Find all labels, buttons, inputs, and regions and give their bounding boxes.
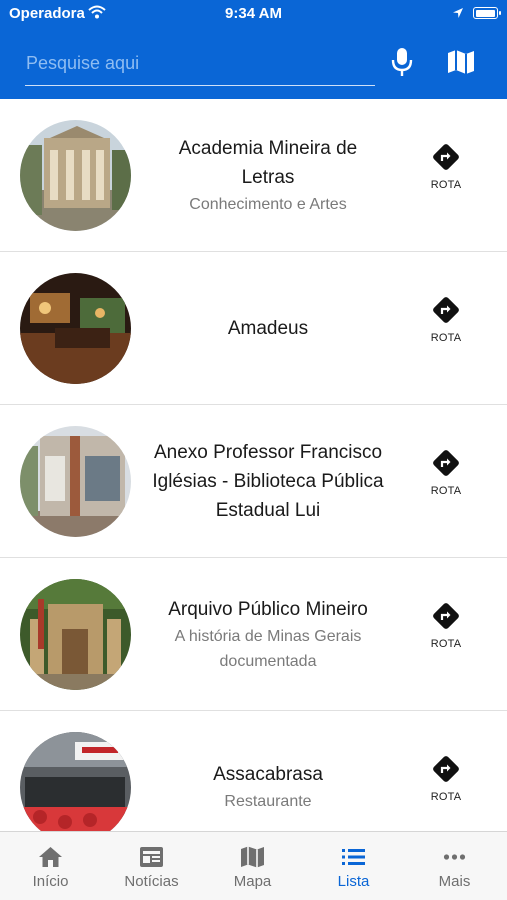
place-info: Anexo Professor Francisco Iglésias - Bib…	[152, 405, 384, 557]
place-title: Arquivo Público Mineiro	[168, 598, 368, 620]
place-title: Anexo Professor Francisco Iglésias - Bib…	[152, 441, 384, 521]
route-label: ROTA	[430, 485, 462, 497]
tab-mais[interactable]: Mais	[404, 832, 505, 900]
route-label: ROTA	[430, 638, 462, 650]
directions-icon	[433, 297, 459, 323]
list-item[interactable]: Arquivo Público Mineiro A história de Mi…	[0, 558, 507, 711]
list-item[interactable]: Assacabrasa Restaurante ROTA	[0, 711, 507, 831]
clock: 9:34 AM	[225, 5, 282, 22]
tab-inicio[interactable]: Início	[0, 832, 101, 900]
status-bar: Operadora 9:34 AM	[0, 0, 507, 26]
place-subtitle: A história de Minas Gerais documentada	[174, 627, 362, 670]
place-title: Amadeus	[227, 317, 309, 339]
battery-icon	[473, 7, 501, 19]
tab-label: Notícias	[124, 873, 179, 890]
map-icon	[241, 846, 264, 868]
directions-icon	[433, 144, 459, 170]
directions-icon	[433, 603, 459, 629]
place-photo	[20, 579, 131, 690]
search-input[interactable]	[25, 48, 375, 86]
place-info: Assacabrasa Restaurante	[152, 711, 384, 831]
tab-mapa[interactable]: Mapa	[202, 832, 303, 900]
more-icon	[443, 854, 466, 860]
place-photo	[20, 120, 131, 231]
place-photo	[20, 273, 131, 384]
place-photo	[20, 732, 131, 831]
map-view-button[interactable]	[446, 48, 476, 76]
place-info: Academia Mineira de Letras Conhecimento …	[152, 99, 384, 251]
directions-icon	[433, 756, 459, 782]
newspaper-icon	[140, 847, 163, 867]
route-button[interactable]: ROTA	[418, 143, 474, 203]
microphone-icon	[391, 48, 413, 76]
place-subtitle: Conhecimento e Artes	[189, 195, 347, 213]
tab-lista[interactable]: Lista	[303, 832, 404, 900]
bottom-tab-bar: Início Notícias Mapa Lista Mais	[0, 831, 507, 900]
route-button[interactable]: ROTA	[418, 449, 474, 509]
home-icon	[39, 847, 62, 867]
place-photo	[20, 426, 131, 537]
places-list: Academia Mineira de Letras Conhecimento …	[0, 99, 507, 831]
route-label: ROTA	[430, 791, 462, 803]
place-info: Arquivo Público Mineiro A história de Mi…	[152, 558, 384, 710]
tab-label: Início	[32, 873, 69, 890]
place-subtitle: Restaurante	[224, 793, 312, 810]
route-label: ROTA	[430, 332, 462, 344]
tab-label: Lista	[337, 873, 370, 890]
location-arrow-icon	[452, 6, 464, 23]
route-button[interactable]: ROTA	[418, 296, 474, 356]
search-header	[0, 26, 507, 99]
route-label: ROTA	[430, 179, 462, 191]
directions-icon	[433, 450, 459, 476]
tab-noticias[interactable]: Notícias	[101, 832, 202, 900]
place-info: Amadeus	[152, 252, 384, 404]
list-item[interactable]: Academia Mineira de Letras Conhecimento …	[0, 99, 507, 252]
tab-label: Mais	[438, 873, 471, 890]
tab-label: Mapa	[233, 873, 272, 890]
route-button[interactable]: ROTA	[418, 602, 474, 662]
place-title: Academia Mineira de Letras	[178, 137, 358, 188]
list-icon	[342, 849, 365, 865]
route-button[interactable]: ROTA	[418, 755, 474, 815]
list-item[interactable]: Anexo Professor Francisco Iglésias - Bib…	[0, 405, 507, 558]
microphone-button[interactable]	[388, 46, 416, 78]
place-title: Assacabrasa	[213, 764, 323, 785]
map-icon	[448, 50, 474, 74]
list-item[interactable]: Amadeus ROTA	[0, 252, 507, 405]
